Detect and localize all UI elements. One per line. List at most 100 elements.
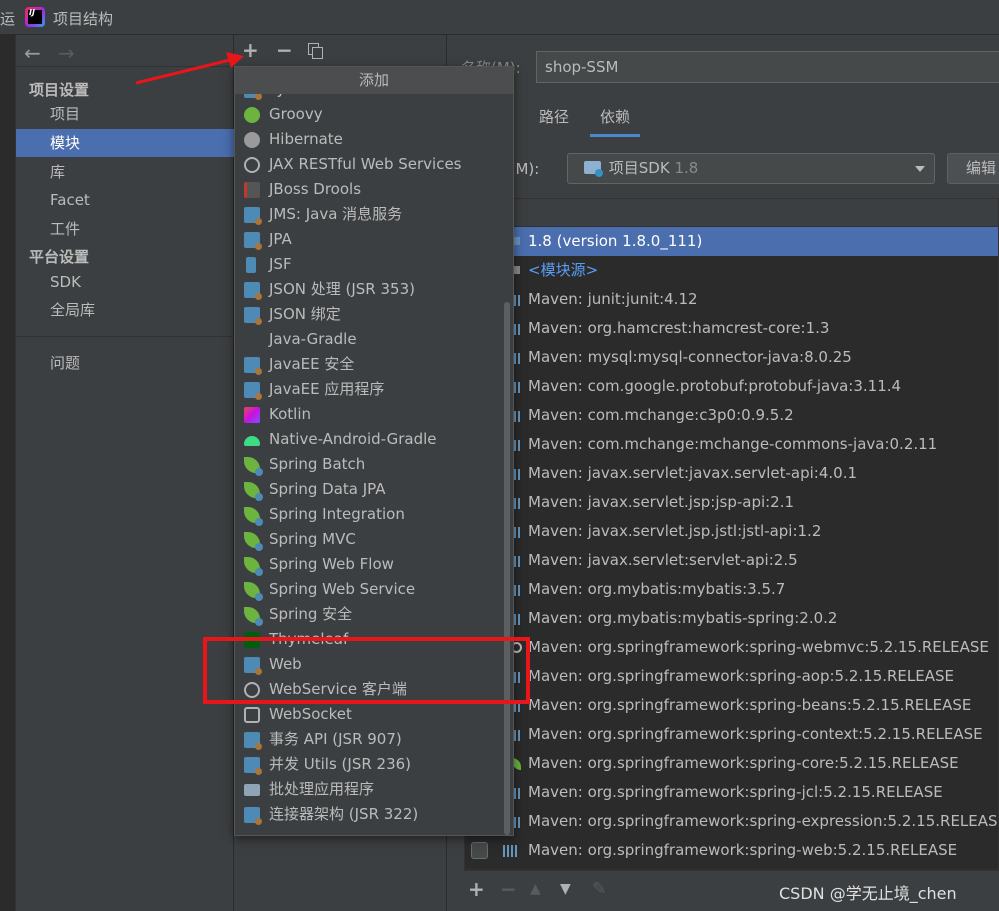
framework-item[interactable]: WebSocket [235, 702, 501, 727]
framework-item[interactable]: JSON 绑定 [235, 302, 501, 327]
framework-item[interactable]: JSON 处理 (JSR 353) [235, 277, 501, 302]
watermark-text: CSDN @学无止境_chen [779, 884, 957, 903]
hibernate-icon [244, 132, 260, 148]
module-name-input[interactable]: shop-SSM [536, 51, 999, 83]
dependency-label: Maven: javax.servlet.jsp:jsp-api:2.1 [528, 493, 795, 511]
framework-item-label: JPA [269, 230, 292, 248]
sidebar-item-facets[interactable]: Facet [16, 186, 234, 214]
framework-item[interactable]: Spring Data JPA [235, 477, 501, 502]
framework-item[interactable]: Kotlin [235, 402, 501, 427]
dependency-row[interactable]: Maven: mysql:mysql-connector-java:8.0.25 [465, 343, 998, 372]
dependency-row[interactable]: Maven: org.springframework:spring-core:5… [465, 749, 998, 778]
popup-scrollbar-thumb[interactable] [504, 302, 510, 835]
dependency-row[interactable]: Maven: javax.servlet.jsp.jstl:jstl-api:1… [465, 517, 998, 546]
framework-item[interactable]: Native-Android-Gradle [235, 427, 501, 452]
dependency-row[interactable]: Maven: org.springframework:spring-contex… [465, 720, 998, 749]
dependency-row[interactable]: Maven: org.springframework:spring-aop:5.… [465, 662, 998, 691]
dependency-row[interactable]: Maven: javax.servlet:javax.servlet-api:4… [465, 459, 998, 488]
dependency-row[interactable]: Maven: junit:junit:4.12 [465, 285, 998, 314]
dependency-row[interactable]: Maven: com.mchange:c3p0:0.9.5.2 [465, 401, 998, 430]
spring-icon [244, 532, 263, 551]
dependency-row[interactable]: <模块源> [465, 256, 998, 285]
sidebar-item-libraries[interactable]: 库 [16, 158, 234, 186]
library-icon [514, 324, 520, 335]
dependency-row[interactable]: Maven: org.springframework:spring-webmvc… [465, 633, 998, 662]
library-icon [514, 411, 520, 422]
remove-dependency-button[interactable]: − [500, 877, 517, 901]
dependency-label: Maven: com.google.protobuf:protobuf-java… [528, 377, 902, 395]
popup-header: 添加 [235, 67, 513, 94]
dependency-row[interactable]: Maven: org.hamcrest:hamcrest-core:1.3 [465, 314, 998, 343]
forward-arrow-icon[interactable]: → [58, 41, 75, 65]
dependency-row[interactable]: Maven: org.springframework:spring-web:5.… [465, 836, 998, 865]
framework-item-label: Spring Data JPA [269, 480, 386, 498]
framework-item[interactable]: JSF [235, 252, 501, 277]
framework-item[interactable]: Spring MVC [235, 527, 501, 552]
settings-sidebar: ← → 项目设置 项目 模块 库 Facet 工件 平台设置 SDK 全局库 问… [16, 35, 234, 911]
add-dependency-button[interactable]: + [468, 877, 485, 901]
dependency-row[interactable]: 1.8 (version 1.8.0_111) [465, 227, 998, 256]
back-arrow-icon[interactable]: ← [24, 41, 41, 65]
dependency-row[interactable]: Maven: org.springframework:spring-expres… [465, 807, 998, 836]
framework-item[interactable]: Spring Web Flow [235, 552, 501, 577]
framework-item[interactable]: 批处理应用程序 [235, 777, 501, 802]
framework-item[interactable]: JMS: Java 消息服务 [235, 202, 501, 227]
dependency-row[interactable]: Maven: javax.servlet:servlet-api:2.5 [465, 546, 998, 575]
remove-module-button[interactable]: − [276, 38, 293, 62]
dependency-row[interactable]: Maven: org.springframework:spring-beans:… [465, 691, 998, 720]
export-checkbox[interactable] [471, 842, 488, 859]
edit-sdk-button[interactable]: 编辑 [947, 153, 999, 184]
framework-item[interactable]: JAX RESTful Web Services [235, 152, 501, 177]
sidebar-item-artifacts[interactable]: 工件 [16, 215, 234, 243]
library-icon [514, 353, 520, 364]
dependency-label: Maven: org.mybatis:mybatis-spring:2.0.2 [528, 609, 838, 627]
dependency-row[interactable]: Maven: com.google.protobuf:protobuf-java… [465, 372, 998, 401]
framework-item[interactable]: Hibernate [235, 127, 501, 152]
framework-item[interactable]: Spring 安全 [235, 602, 501, 627]
framework-item[interactable]: 连接器架构 (JSR 322) [235, 802, 501, 827]
framework-item[interactable]: Groovy [235, 102, 501, 127]
framework-item[interactable]: Spring Web Service [235, 577, 501, 602]
sdk-version: 1.8 [674, 159, 699, 177]
jsf-icon [246, 257, 256, 273]
move-up-button[interactable]: ▲ [530, 881, 541, 897]
move-down-button[interactable]: ▼ [560, 881, 571, 897]
copy-icon[interactable] [308, 43, 323, 59]
dependencies-table-header [465, 199, 998, 227]
sidebar-item-problems[interactable]: 问题 [16, 349, 234, 377]
tab-dependencies[interactable]: 依赖 [590, 105, 641, 137]
framework-item-label: Kotlin [269, 405, 311, 423]
edit-dependency-button[interactable]: ✎ [592, 879, 606, 899]
dependency-row[interactable]: Maven: com.mchange:mchange-commons-java:… [465, 430, 998, 459]
sidebar-item-modules[interactable]: 模块 [16, 129, 234, 157]
spring-icon [244, 482, 263, 501]
popup-scrollbar[interactable] [501, 95, 513, 835]
sidebar-item-project[interactable]: 项目 [16, 100, 234, 128]
sidebar-item-global-libraries[interactable]: 全局库 [16, 296, 234, 324]
framework-item-label: JSON 绑定 [269, 305, 341, 323]
tab-paths[interactable]: 路径 [539, 105, 569, 137]
framework-item[interactable]: JBoss Drools [235, 177, 501, 202]
dependency-row[interactable]: Maven: javax.servlet.jsp:jsp-api:2.1 [465, 488, 998, 517]
dependency-row[interactable]: Maven: org.mybatis:mybatis:3.5.7 [465, 575, 998, 604]
sidebar-divider-2 [16, 336, 234, 337]
framework-item[interactable]: JavaEE 应用程序 [235, 377, 501, 402]
framework-item[interactable]: JPA [235, 227, 501, 252]
framework-item[interactable]: Spring Integration [235, 502, 501, 527]
framework-item-label: JavaEE 安全 [269, 355, 355, 373]
transaction-icon [244, 732, 262, 750]
framework-item[interactable]: 并发 Utils (JSR 236) [235, 752, 501, 777]
framework-item-label: 事务 API (JSR 907) [269, 730, 402, 748]
sidebar-item-sdk[interactable]: SDK [16, 268, 234, 296]
module-sdk-select[interactable]: 项目SDK 1.8 [567, 153, 935, 184]
dependency-row[interactable]: Maven: org.mybatis:mybatis-spring:2.0.2 [465, 604, 998, 633]
library-icon [514, 556, 520, 567]
framework-item[interactable]: Java-Gradle [235, 327, 501, 352]
annotation-arrow [135, 52, 244, 85]
library-icon [514, 614, 520, 625]
framework-item[interactable]: JavaEE 安全 [235, 352, 501, 377]
framework-item[interactable]: Spring Batch [235, 452, 501, 477]
framework-item[interactable]: 事务 API (JSR 907) [235, 727, 501, 752]
dependency-row[interactable]: Maven: org.springframework:spring-jcl:5.… [465, 778, 998, 807]
dropdown-arrow-icon [915, 166, 925, 172]
